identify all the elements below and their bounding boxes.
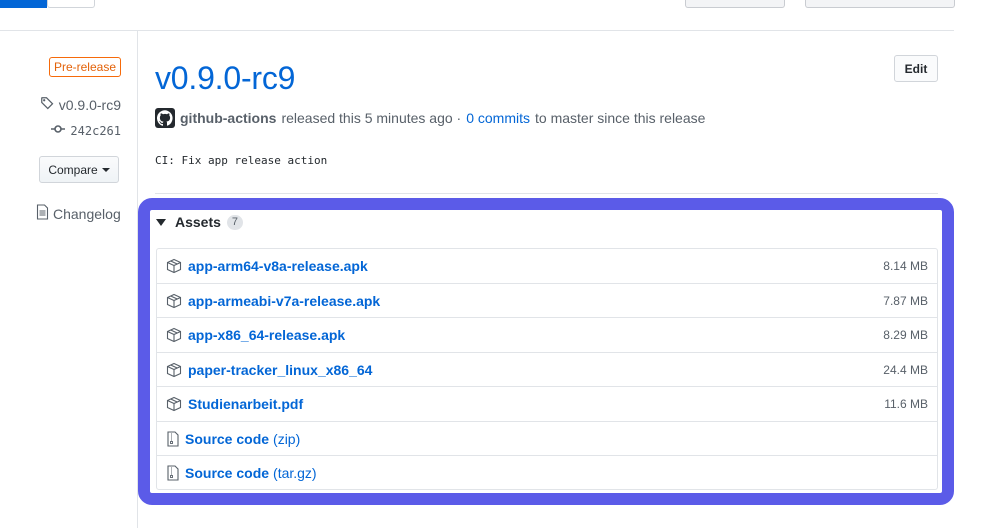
github-logo-icon[interactable] <box>155 108 175 128</box>
source-row[interactable]: Source code (tar.gz) <box>157 455 937 489</box>
release-meta: github-actions released this 5 minutes a… <box>155 108 705 128</box>
package-icon <box>166 293 182 309</box>
source-label: Source code <box>185 430 270 447</box>
file-zip-icon <box>166 430 180 447</box>
prerelease-badge: Pre-release <box>48 57 121 77</box>
asset-name[interactable]: app-x86_64-release.apk <box>188 327 345 343</box>
package-icon <box>166 327 182 343</box>
release-title[interactable]: v0.9.0-rc9 <box>155 60 295 97</box>
package-icon <box>166 362 182 378</box>
source-zip-link[interactable]: Source code (zip) <box>185 431 300 447</box>
asset-name[interactable]: Studienarbeit.pdf <box>188 396 303 412</box>
asset-size: 8.29 MB <box>883 327 928 342</box>
asset-name[interactable]: app-armeabi-v7a-release.apk <box>188 293 380 309</box>
commits-link[interactable]: 0 commits <box>466 110 530 126</box>
author-link[interactable]: github-actions <box>180 110 276 126</box>
commit-link[interactable]: 242c261 <box>51 123 121 138</box>
asset-row[interactable]: app-arm64-v8a-release.apk 8.14 MB <box>157 249 937 283</box>
assets-summary[interactable]: Assets 7 <box>156 214 244 230</box>
caret-down-icon <box>101 167 110 172</box>
package-icon <box>166 258 182 274</box>
asset-size: 24.4 MB <box>883 362 928 377</box>
commits-suffix: to master since this release <box>535 110 706 126</box>
source-targz-link[interactable]: Source code (tar.gz) <box>185 465 317 481</box>
top-button-1[interactable] <box>685 0 785 8</box>
package-icon <box>166 396 182 412</box>
asset-size: 8.14 MB <box>883 259 928 273</box>
tag-label: v0.9.0-rc9 <box>58 96 121 113</box>
source-row[interactable]: Source code (zip) <box>157 421 937 455</box>
asset-size: 7.87 MB <box>883 293 928 308</box>
edit-button[interactable]: Edit <box>894 55 938 82</box>
asset-row[interactable]: app-x86_64-release.apk 8.29 MB <box>157 317 937 351</box>
top-tab-active[interactable] <box>0 0 47 8</box>
asset-row[interactable]: app-armeabi-v7a-release.apk 7.87 MB <box>157 283 937 317</box>
file-zip-icon <box>166 464 180 481</box>
source-ext: (tar.gz) <box>273 464 317 481</box>
asset-name[interactable]: paper-tracker_linux_x86_64 <box>188 362 372 378</box>
commit-sha: 242c261 <box>70 123 121 138</box>
asset-name[interactable]: app-arm64-v8a-release.apk <box>188 258 368 274</box>
top-tab[interactable] <box>47 0 95 8</box>
assets-count-badge: 7 <box>226 214 244 230</box>
commit-icon <box>51 123 66 138</box>
top-divider <box>0 30 954 31</box>
asset-row[interactable]: paper-tracker_linux_x86_64 24.4 MB <box>157 352 937 386</box>
compare-button[interactable]: Compare <box>39 156 119 183</box>
tag-link[interactable]: v0.9.0-rc9 <box>40 96 121 113</box>
file-icon <box>36 204 49 223</box>
asset-size: 11.6 MB <box>884 396 928 411</box>
assets-list: app-arm64-v8a-release.apk 8.14 MB app-ar… <box>156 248 938 490</box>
source-label: Source code <box>185 464 270 481</box>
caret-down-icon <box>156 218 166 226</box>
source-ext: (zip) <box>273 430 301 447</box>
changelog-link[interactable]: Changelog <box>36 204 121 223</box>
asset-row[interactable]: Studienarbeit.pdf 11.6 MB <box>157 386 937 420</box>
changelog-label: Changelog <box>53 205 121 222</box>
release-notes: CI: Fix app release action <box>155 154 328 167</box>
tag-icon <box>40 96 54 113</box>
notes-divider <box>155 193 938 194</box>
released-text: released this 5 minutes ago · <box>281 110 462 126</box>
assets-label: Assets <box>175 214 221 230</box>
top-button-2[interactable] <box>805 0 955 8</box>
compare-label: Compare <box>48 162 98 177</box>
